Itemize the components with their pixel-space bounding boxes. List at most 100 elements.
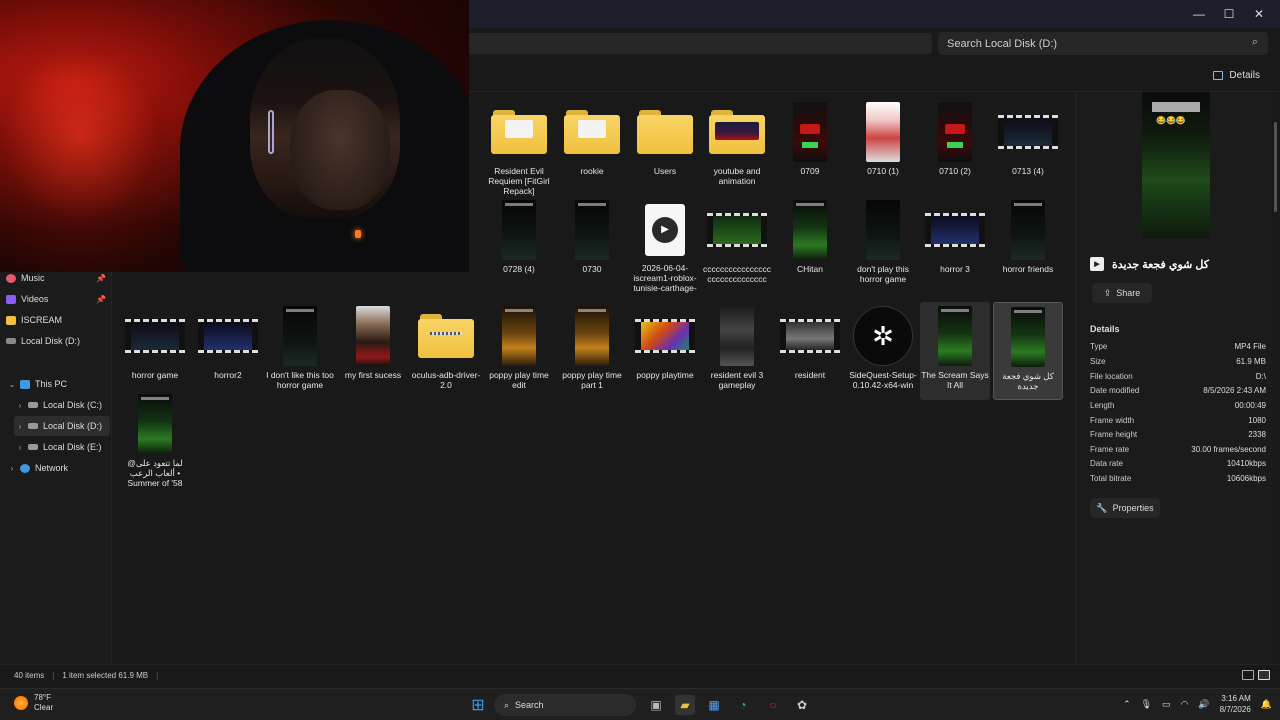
video-item[interactable]: CHitan [775, 196, 845, 294]
file-name: 0710 (2) [939, 166, 971, 176]
detail-row: Date modified 8/5/2026 2:43 AM [1090, 386, 1266, 400]
video-item[interactable]: don't play this horror game [848, 196, 918, 294]
app-item[interactable]: ✲ SideQuest-Setup-0.10.42-x64-win [848, 302, 918, 400]
properties-button[interactable]: 🔧 Properties [1090, 498, 1160, 518]
sidebar-item-local-disk-e[interactable]: › Local Disk (E:) [14, 437, 110, 457]
folder-thumbnail [558, 100, 626, 164]
close-button[interactable]: ✕ [1244, 0, 1274, 28]
sidebar-item-local-disk-d[interactable]: › Local Disk (D:) [14, 416, 110, 436]
app-icon[interactable]: ✿ [792, 695, 812, 715]
detail-value: 1080 [1248, 416, 1266, 425]
video-item[interactable]: cccccccccccccccccccccccccccccc [702, 196, 772, 294]
weather-widget[interactable]: 78°F Clear [14, 693, 53, 713]
video-thumbnail [921, 100, 989, 164]
search-input[interactable]: Search Local Disk (D:) ⌕ [938, 32, 1268, 55]
video-item[interactable]: ▶ 2026-06-04-iscream1-roblox-tunisie-car… [630, 196, 700, 294]
store-icon[interactable]: ▦ [704, 695, 724, 715]
file-explorer-icon[interactable]: ▰ [675, 695, 695, 715]
scrollbar-thumb[interactable] [1274, 122, 1277, 212]
video-item[interactable]: horror friends [993, 196, 1063, 294]
video-item[interactable]: poppy playtime [630, 302, 700, 400]
maximize-button[interactable]: ☐ [1214, 0, 1244, 28]
windows-start-icon[interactable]: ⊞ [468, 695, 488, 715]
video-item[interactable]: resident evil 3 gameplay [702, 302, 772, 400]
sidebar-item-iscream[interactable]: ISCREAM [6, 310, 110, 330]
chevron-down-icon[interactable]: ⌄ [6, 380, 18, 389]
detail-row: Frame height 2338 [1090, 430, 1266, 444]
folder-item[interactable]: rookie [557, 98, 627, 196]
details-pane-button[interactable]: Details [1213, 70, 1260, 81]
status-separator: | [156, 671, 159, 680]
video-item[interactable]: The Scream Says It All [920, 302, 990, 400]
sidebar-item-videos[interactable]: Videos 📌 [6, 289, 110, 309]
task-view-icon[interactable]: ▣ [646, 695, 666, 715]
video-thumbnail [776, 198, 844, 262]
video-item[interactable]: horror2 [193, 302, 263, 400]
video-item[interactable]: 0730 [557, 196, 627, 294]
sidequest-logo-icon: ✲ [853, 306, 913, 366]
edge-icon[interactable]: ◔ [733, 695, 753, 715]
chevron-right-icon[interactable]: › [14, 422, 26, 431]
chevron-right-icon[interactable]: › [6, 464, 18, 473]
details-pane-icon [1213, 71, 1224, 80]
video-item[interactable]: horror game [120, 302, 190, 400]
webcam-face [290, 90, 390, 210]
file-name: Resident Evil Requiem [FitGirl Repack] [488, 166, 550, 196]
sidebar-item-label: This PC [35, 379, 68, 389]
opera-icon[interactable]: ○ [763, 695, 783, 715]
details-section-title: Details [1090, 324, 1120, 334]
microphone-icon[interactable]: 🎙 [1141, 699, 1152, 710]
sidebar-item-network[interactable]: › Network [6, 458, 110, 478]
chevron-right-icon[interactable]: › [14, 443, 26, 452]
video-item[interactable]: 0710 (2) [920, 98, 990, 196]
clock[interactable]: 3:16 AM 8/7/2026 [1220, 693, 1251, 715]
taskbar-search[interactable]: ⌕ Search [494, 694, 636, 716]
sidebar-item-local-disk-d-quick[interactable]: Local Disk (D:) [6, 331, 110, 351]
video-item[interactable]: poppy play time part 1 [557, 302, 627, 400]
video-item[interactable]: I don't like this too horror game [265, 302, 335, 400]
video-thumbnail [921, 198, 989, 262]
zip-item[interactable]: oculus-adb-driver-2.0 [411, 302, 481, 400]
display-icon[interactable]: ▭ [1162, 699, 1171, 710]
notifications-icon[interactable]: 🔔 [1261, 699, 1272, 710]
folder-item[interactable]: Resident Evil Requiem [FitGirl Repack] [484, 98, 554, 196]
sidebar-item-this-pc[interactable]: ⌄ This PC [6, 374, 110, 394]
pin-icon: 📌 [96, 273, 106, 283]
volume-icon[interactable]: 🔊 [1198, 699, 1209, 710]
folder-item[interactable]: youtube and animation [702, 98, 772, 196]
address-bar[interactable] [440, 33, 932, 54]
detail-value: 2338 [1248, 430, 1266, 439]
details-view-button[interactable] [1242, 670, 1254, 680]
search-icon[interactable]: ⌕ [1252, 36, 1258, 49]
chevron-right-icon[interactable]: › [14, 401, 26, 410]
view-toggle [1242, 670, 1270, 680]
video-item[interactable]: my first sucess [338, 302, 408, 400]
large-icons-view-button[interactable] [1258, 670, 1270, 680]
vertical-scrollbar[interactable] [1272, 92, 1280, 664]
minimize-button[interactable]: — [1184, 0, 1214, 28]
share-button[interactable]: ⇪ Share [1092, 283, 1152, 303]
sidebar-item-local-disk-c[interactable]: › Local Disk (C:) [14, 395, 110, 415]
network-icon [20, 463, 30, 473]
video-item[interactable]: لما تتعود على@ ألعاب الرعب • Summer of '… [120, 390, 190, 488]
video-item[interactable]: poppy play time edit [484, 302, 554, 400]
video-thumbnail [703, 198, 771, 262]
video-item[interactable]: horror 3 [920, 196, 990, 294]
detail-row: Total bitrate 10606kbps [1090, 474, 1266, 488]
video-item[interactable]: 0709 [775, 98, 845, 196]
folder-thumbnail [703, 100, 771, 164]
chevron-up-icon[interactable]: ⌃ [1123, 699, 1131, 710]
video-item[interactable]: 0728 (4) [484, 196, 554, 294]
video-item[interactable]: resident [775, 302, 845, 400]
detail-value: 10410kbps [1226, 459, 1266, 468]
detail-row: File location D:\ [1090, 372, 1266, 386]
video-item[interactable]: 0710 (1) [848, 98, 918, 196]
detail-key: Total bitrate [1090, 474, 1132, 483]
video-item[interactable]: 0713 (4) [993, 98, 1063, 196]
wifi-icon[interactable]: ◠ [1181, 699, 1189, 710]
file-name: my first sucess [344, 370, 402, 380]
video-item-selected[interactable]: كل شوي فجعة جديدة [993, 302, 1063, 400]
video-thumbnail [776, 100, 844, 164]
folder-item[interactable]: Users [630, 98, 700, 196]
file-name: 0713 (4) [1012, 166, 1044, 176]
